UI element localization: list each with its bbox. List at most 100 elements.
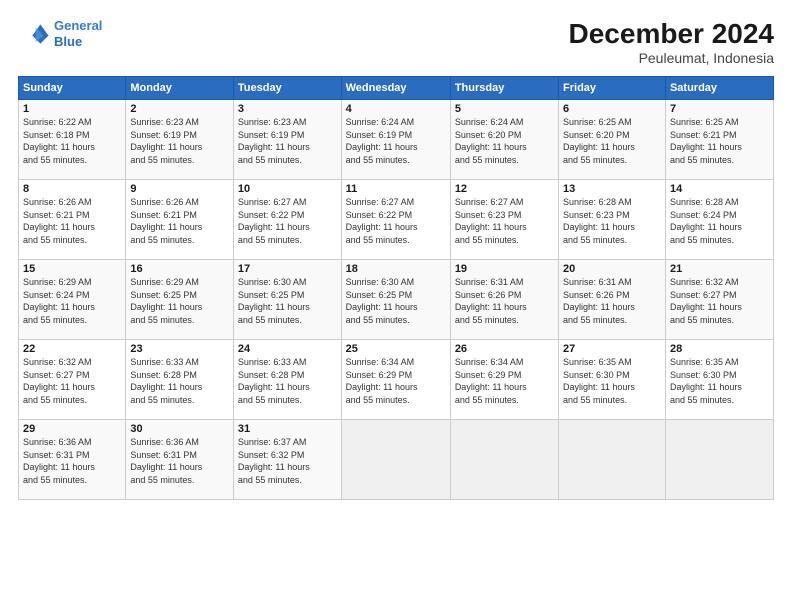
calendar-body: 1Sunrise: 6:22 AM Sunset: 6:18 PM Daylig… <box>19 100 774 500</box>
logo-icon <box>18 18 50 50</box>
day-info: Sunrise: 6:35 AM Sunset: 6:30 PM Dayligh… <box>563 356 661 406</box>
day-number: 20 <box>563 263 661 275</box>
calendar-cell: 16Sunrise: 6:29 AM Sunset: 6:25 PM Dayli… <box>126 260 234 340</box>
day-number: 31 <box>238 423 337 435</box>
day-number: 23 <box>130 343 229 355</box>
week-row-3: 15Sunrise: 6:29 AM Sunset: 6:24 PM Dayli… <box>19 260 774 340</box>
day-info: Sunrise: 6:23 AM Sunset: 6:19 PM Dayligh… <box>130 116 229 166</box>
day-info: Sunrise: 6:24 AM Sunset: 6:20 PM Dayligh… <box>455 116 554 166</box>
day-number: 30 <box>130 423 229 435</box>
calendar: SundayMondayTuesdayWednesdayThursdayFrid… <box>18 76 774 500</box>
day-number: 12 <box>455 183 554 195</box>
calendar-header: SundayMondayTuesdayWednesdayThursdayFrid… <box>19 77 774 100</box>
day-number: 17 <box>238 263 337 275</box>
calendar-cell <box>450 420 558 500</box>
day-info: Sunrise: 6:29 AM Sunset: 6:25 PM Dayligh… <box>130 276 229 326</box>
calendar-cell: 30Sunrise: 6:36 AM Sunset: 6:31 PM Dayli… <box>126 420 234 500</box>
day-number: 28 <box>670 343 769 355</box>
day-info: Sunrise: 6:33 AM Sunset: 6:28 PM Dayligh… <box>130 356 229 406</box>
day-info: Sunrise: 6:34 AM Sunset: 6:29 PM Dayligh… <box>455 356 554 406</box>
day-number: 15 <box>23 263 121 275</box>
calendar-cell: 12Sunrise: 6:27 AM Sunset: 6:23 PM Dayli… <box>450 180 558 260</box>
day-info: Sunrise: 6:27 AM Sunset: 6:22 PM Dayligh… <box>238 196 337 246</box>
calendar-cell: 23Sunrise: 6:33 AM Sunset: 6:28 PM Dayli… <box>126 340 234 420</box>
day-info: Sunrise: 6:36 AM Sunset: 6:31 PM Dayligh… <box>130 436 229 486</box>
day-info: Sunrise: 6:33 AM Sunset: 6:28 PM Dayligh… <box>238 356 337 406</box>
calendar-cell: 2Sunrise: 6:23 AM Sunset: 6:19 PM Daylig… <box>126 100 234 180</box>
day-number: 29 <box>23 423 121 435</box>
logo-general: General <box>54 18 102 33</box>
day-number: 6 <box>563 103 661 115</box>
day-header-thursday: Thursday <box>450 77 558 100</box>
day-info: Sunrise: 6:31 AM Sunset: 6:26 PM Dayligh… <box>455 276 554 326</box>
day-info: Sunrise: 6:35 AM Sunset: 6:30 PM Dayligh… <box>670 356 769 406</box>
day-header-friday: Friday <box>559 77 666 100</box>
day-info: Sunrise: 6:37 AM Sunset: 6:32 PM Dayligh… <box>238 436 337 486</box>
day-number: 16 <box>130 263 229 275</box>
calendar-cell: 26Sunrise: 6:34 AM Sunset: 6:29 PM Dayli… <box>450 340 558 420</box>
calendar-cell: 27Sunrise: 6:35 AM Sunset: 6:30 PM Dayli… <box>559 340 666 420</box>
day-info: Sunrise: 6:26 AM Sunset: 6:21 PM Dayligh… <box>23 196 121 246</box>
day-header-sunday: Sunday <box>19 77 126 100</box>
day-number: 18 <box>346 263 446 275</box>
day-info: Sunrise: 6:23 AM Sunset: 6:19 PM Dayligh… <box>238 116 337 166</box>
week-row-5: 29Sunrise: 6:36 AM Sunset: 6:31 PM Dayli… <box>19 420 774 500</box>
day-number: 24 <box>238 343 337 355</box>
day-info: Sunrise: 6:27 AM Sunset: 6:22 PM Dayligh… <box>346 196 446 246</box>
day-number: 1 <box>23 103 121 115</box>
calendar-cell: 31Sunrise: 6:37 AM Sunset: 6:32 PM Dayli… <box>233 420 341 500</box>
logo: General Blue <box>18 18 102 50</box>
day-number: 9 <box>130 183 229 195</box>
calendar-cell: 24Sunrise: 6:33 AM Sunset: 6:28 PM Dayli… <box>233 340 341 420</box>
page: General Blue December 2024 Peuleumat, In… <box>0 0 792 612</box>
day-header-tuesday: Tuesday <box>233 77 341 100</box>
header: General Blue December 2024 Peuleumat, In… <box>18 18 774 66</box>
day-info: Sunrise: 6:25 AM Sunset: 6:21 PM Dayligh… <box>670 116 769 166</box>
day-info: Sunrise: 6:26 AM Sunset: 6:21 PM Dayligh… <box>130 196 229 246</box>
day-number: 26 <box>455 343 554 355</box>
day-info: Sunrise: 6:24 AM Sunset: 6:19 PM Dayligh… <box>346 116 446 166</box>
title-block: December 2024 Peuleumat, Indonesia <box>569 18 774 66</box>
day-info: Sunrise: 6:32 AM Sunset: 6:27 PM Dayligh… <box>670 276 769 326</box>
calendar-cell: 19Sunrise: 6:31 AM Sunset: 6:26 PM Dayli… <box>450 260 558 340</box>
day-number: 11 <box>346 183 446 195</box>
day-info: Sunrise: 6:28 AM Sunset: 6:23 PM Dayligh… <box>563 196 661 246</box>
week-row-1: 1Sunrise: 6:22 AM Sunset: 6:18 PM Daylig… <box>19 100 774 180</box>
calendar-cell: 5Sunrise: 6:24 AM Sunset: 6:20 PM Daylig… <box>450 100 558 180</box>
day-number: 7 <box>670 103 769 115</box>
calendar-cell: 29Sunrise: 6:36 AM Sunset: 6:31 PM Dayli… <box>19 420 126 500</box>
day-number: 13 <box>563 183 661 195</box>
calendar-cell: 7Sunrise: 6:25 AM Sunset: 6:21 PM Daylig… <box>665 100 773 180</box>
day-info: Sunrise: 6:27 AM Sunset: 6:23 PM Dayligh… <box>455 196 554 246</box>
calendar-cell <box>665 420 773 500</box>
day-number: 8 <box>23 183 121 195</box>
day-info: Sunrise: 6:29 AM Sunset: 6:24 PM Dayligh… <box>23 276 121 326</box>
day-number: 19 <box>455 263 554 275</box>
day-info: Sunrise: 6:25 AM Sunset: 6:20 PM Dayligh… <box>563 116 661 166</box>
week-row-2: 8Sunrise: 6:26 AM Sunset: 6:21 PM Daylig… <box>19 180 774 260</box>
day-header-monday: Monday <box>126 77 234 100</box>
calendar-cell: 8Sunrise: 6:26 AM Sunset: 6:21 PM Daylig… <box>19 180 126 260</box>
day-number: 21 <box>670 263 769 275</box>
day-info: Sunrise: 6:28 AM Sunset: 6:24 PM Dayligh… <box>670 196 769 246</box>
calendar-cell: 10Sunrise: 6:27 AM Sunset: 6:22 PM Dayli… <box>233 180 341 260</box>
calendar-cell: 13Sunrise: 6:28 AM Sunset: 6:23 PM Dayli… <box>559 180 666 260</box>
calendar-cell: 22Sunrise: 6:32 AM Sunset: 6:27 PM Dayli… <box>19 340 126 420</box>
day-headers-row: SundayMondayTuesdayWednesdayThursdayFrid… <box>19 77 774 100</box>
main-title: December 2024 <box>569 18 774 50</box>
week-row-4: 22Sunrise: 6:32 AM Sunset: 6:27 PM Dayli… <box>19 340 774 420</box>
day-info: Sunrise: 6:32 AM Sunset: 6:27 PM Dayligh… <box>23 356 121 406</box>
calendar-cell: 25Sunrise: 6:34 AM Sunset: 6:29 PM Dayli… <box>341 340 450 420</box>
day-number: 22 <box>23 343 121 355</box>
calendar-cell: 9Sunrise: 6:26 AM Sunset: 6:21 PM Daylig… <box>126 180 234 260</box>
calendar-cell: 14Sunrise: 6:28 AM Sunset: 6:24 PM Dayli… <box>665 180 773 260</box>
day-number: 25 <box>346 343 446 355</box>
day-header-saturday: Saturday <box>665 77 773 100</box>
calendar-cell: 20Sunrise: 6:31 AM Sunset: 6:26 PM Dayli… <box>559 260 666 340</box>
calendar-cell: 6Sunrise: 6:25 AM Sunset: 6:20 PM Daylig… <box>559 100 666 180</box>
calendar-cell <box>559 420 666 500</box>
day-info: Sunrise: 6:36 AM Sunset: 6:31 PM Dayligh… <box>23 436 121 486</box>
day-number: 14 <box>670 183 769 195</box>
day-info: Sunrise: 6:30 AM Sunset: 6:25 PM Dayligh… <box>238 276 337 326</box>
day-header-wednesday: Wednesday <box>341 77 450 100</box>
